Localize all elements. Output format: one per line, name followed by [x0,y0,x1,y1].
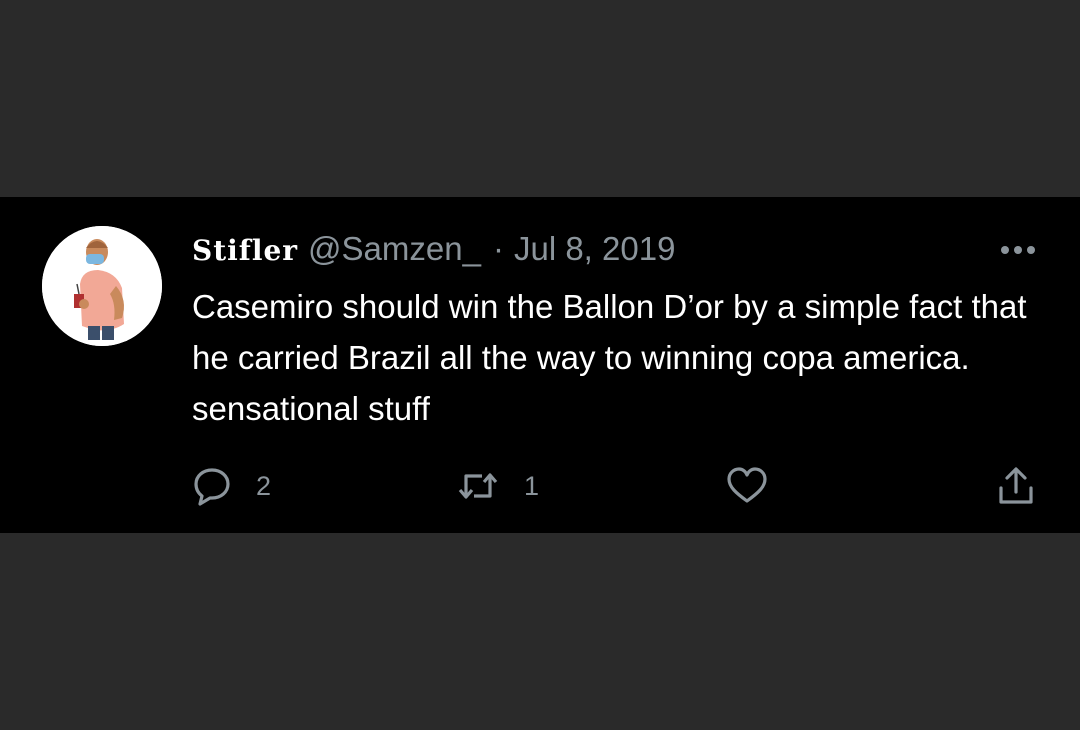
bottom-letterbox [0,533,1080,730]
tweet-header: Stifler @Samzen_ · Jul 8, 2019 [192,229,675,269]
more-horizontal-icon [1001,246,1035,254]
like-button[interactable] [726,466,768,506]
heart-icon [727,467,767,503]
retweet-button[interactable]: 1 [456,466,539,506]
display-name[interactable]: Stifler [192,231,298,271]
avatar-illustration [42,226,162,346]
top-letterbox [0,0,1080,197]
user-handle[interactable]: @Samzen_ [308,229,481,269]
avatar[interactable] [42,226,162,346]
retweet-count: 1 [524,470,540,501]
reply-button[interactable]: 2 [192,466,271,506]
tweet-card[interactable]: Stifler @Samzen_ · Jul 8, 2019 Casemiro … [0,197,1080,533]
share-icon [999,467,1033,504]
tweet-text: Casemiro should win the Ballon D’or by a… [192,288,1027,427]
reply-count: 2 [256,470,272,501]
retweet-icon [458,473,498,499]
share-button[interactable] [996,466,1036,506]
header-separator: · [492,230,504,267]
tweet-date[interactable]: Jul 8, 2019 [514,229,675,269]
more-options-button[interactable] [1000,243,1036,255]
reply-bubble-icon [194,468,230,506]
